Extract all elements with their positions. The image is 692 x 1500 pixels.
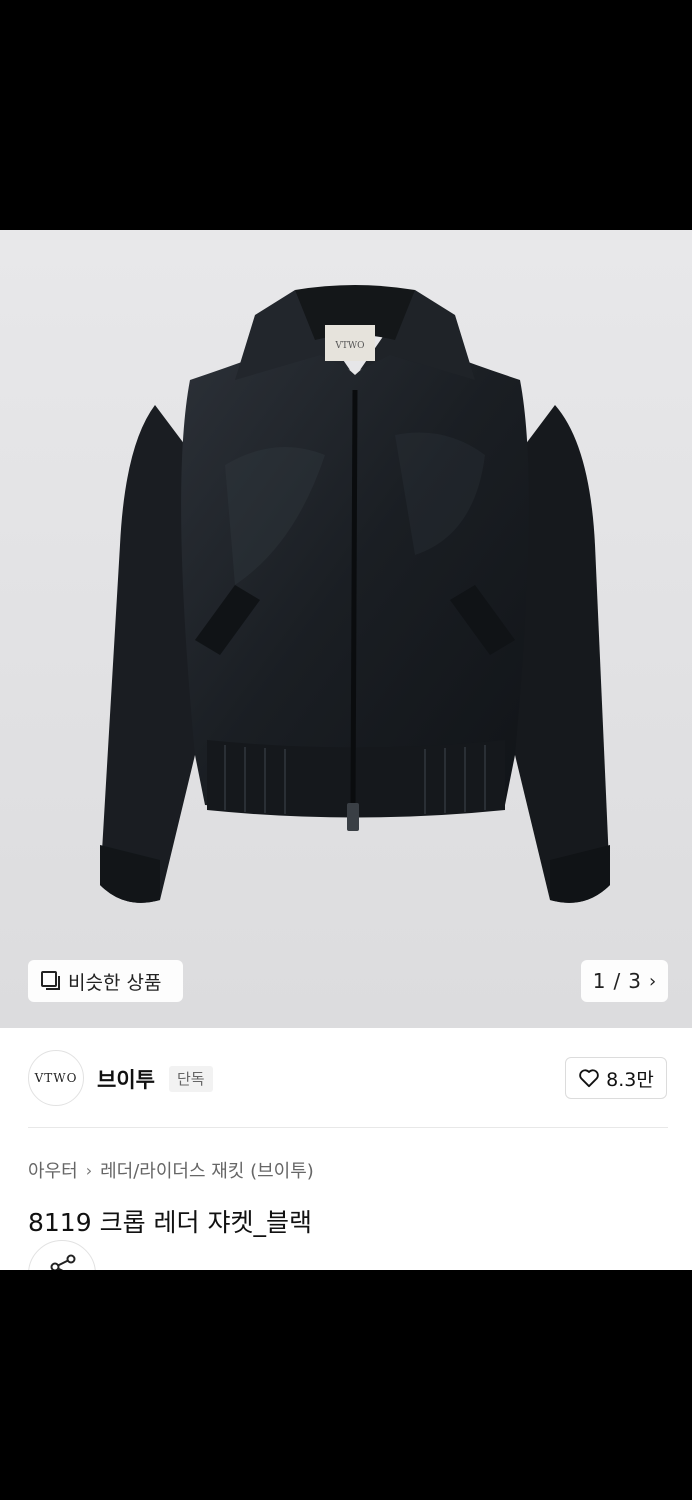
top-letterbox — [0, 0, 692, 230]
exclusive-badge: 단독 — [169, 1066, 213, 1092]
heart-icon — [579, 1069, 599, 1088]
store-logo-text: VTWO — [34, 1071, 78, 1085]
similar-products-label: 비슷한 상품 — [68, 971, 162, 994]
similar-products-icon — [41, 971, 60, 990]
product-title: 8119 크롭 레더 쟈켓_블랙 — [28, 1208, 312, 1237]
breadcrumb: 아우터 › 레더/라이더스 재킷 (브이투) — [28, 1157, 314, 1183]
store-info-row: VTWO 브이투 단독 8.3만 — [0, 1030, 692, 1130]
jacket-label-text: VTWO — [334, 341, 364, 351]
page-current: 1 — [592, 969, 606, 993]
like-count: 8.3만 — [606, 1068, 654, 1091]
share-button[interactable] — [28, 1240, 96, 1270]
product-detail-screen: VTWO 비슷한 상품 1 / 3 › VTWO 브이투 단독 8.3만 아우터… — [0, 230, 692, 1270]
section-divider — [28, 1127, 668, 1128]
product-image-gallery[interactable]: VTWO 비슷한 상품 1 / 3 › — [0, 230, 692, 1028]
share-icon — [50, 1254, 76, 1270]
chevron-right-icon: › — [649, 970, 657, 992]
store-name-link[interactable]: 브이투 — [97, 1064, 155, 1094]
image-pager-button[interactable]: 1 / 3 › — [581, 960, 668, 1002]
breadcrumb-category[interactable]: 아우터 — [28, 1157, 78, 1183]
like-button[interactable]: 8.3만 — [565, 1057, 667, 1099]
page-total: 3 — [628, 969, 641, 993]
store-logo[interactable]: VTWO — [28, 1050, 84, 1106]
bottom-letterbox — [0, 1270, 692, 1500]
page-separator: / — [613, 969, 621, 993]
product-jacket-image: VTWO — [100, 285, 610, 903]
chevron-right-icon: › — [85, 1160, 93, 1180]
similar-products-button[interactable]: 비슷한 상품 — [28, 960, 183, 1002]
breadcrumb-subcategory[interactable]: 레더/라이더스 재킷 (브이투) — [100, 1157, 314, 1183]
